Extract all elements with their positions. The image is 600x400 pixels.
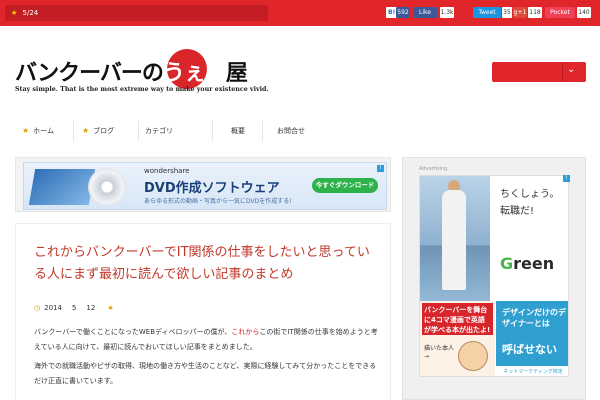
pocket-button[interactable]: Pocket: [545, 7, 575, 18]
star-icon: ★: [22, 126, 30, 135]
post-paragraph: 海外での就職活動やビザの取得、現地の働き方や生活のことなど、実際に経験してみて分…: [34, 362, 377, 385]
pocket-label: Pocket: [550, 9, 570, 16]
nav-divider: [262, 121, 263, 141]
manga-ad-caption: 描いた本人→: [424, 345, 455, 360]
marketing-ad-line1: デザインだけのデザイナーとは: [502, 308, 566, 328]
green-job-ad[interactable]: ちくしょう。転職だ! Green バンクーバーを舞台に4コマ漫画で英語が学べる本…: [419, 175, 569, 377]
post-day: 12: [86, 304, 96, 312]
logo-main-text: バンクーバーの: [15, 60, 164, 86]
manga-ad[interactable]: バンクーバーを舞台に4コマ漫画で英語が学べる本が出たよ! 描いた本人→: [420, 301, 495, 376]
nav-divider: [73, 121, 74, 141]
nav-label: ブログ: [93, 127, 115, 135]
marketing-ad-footer: ネットマーケティング検定: [496, 366, 568, 376]
nav-item-category[interactable]: カテゴリ: [145, 117, 173, 145]
green-logo-rest: reen: [513, 254, 555, 273]
article: これからバンクーバーでIT関係の仕事をしたいと思っている人にまず最初に読んで欲し…: [15, 223, 391, 400]
sidebar: Advertising ちくしょう。転職だ! Green バンクーバーを舞台に4…: [402, 157, 586, 400]
gplus-label: g+1: [513, 9, 527, 16]
marketing-ad[interactable]: デザインだけのデザイナーとは 呼ばせない ネットマーケティング検定: [496, 301, 568, 376]
date-badge: ★ 5/24: [5, 5, 268, 21]
date-text: 5/24: [22, 9, 39, 17]
nav-label: お問合せ: [277, 127, 305, 135]
menu-divider: [562, 62, 563, 82]
post-year: 2014: [44, 304, 62, 312]
facebook-like-button[interactable]: Like: [413, 7, 437, 18]
green-logo-g: G: [500, 254, 514, 273]
star-icon: ★: [107, 304, 114, 312]
nav-item-blog[interactable]: ★ ブログ: [82, 117, 114, 145]
tweet-label: Tweet: [478, 9, 496, 16]
main-content: wondershare DVD作成ソフトウェア あらゆる形式の動画・写真から一気…: [15, 157, 391, 400]
main-nav: ★ ホーム ★ ブログ カテゴリ 概要 お問合せ: [15, 117, 315, 145]
tweet-button[interactable]: Tweet: [473, 7, 501, 18]
ad-title: DVD作成ソフトウェア: [144, 181, 280, 196]
ad-info-icon[interactable]: i: [563, 175, 570, 182]
nav-divider: [138, 121, 139, 141]
advertising-label: Advertising: [419, 166, 448, 172]
logo-end-text: 屋: [225, 60, 248, 86]
post-month: 5: [71, 304, 77, 312]
star-icon: ★: [82, 126, 90, 135]
marketing-ad-line2: 呼ばせない: [502, 343, 557, 356]
tweet-count: 35: [502, 7, 512, 18]
green-logo: Green: [500, 254, 554, 273]
ad-subtitle: あらゆる形式の動画・写真から一気にDVDを作成する!: [144, 198, 292, 205]
facebook-count: 1.3k: [440, 7, 454, 18]
top-bar: ★ 5/24 B! 592 Like 1.3k Tweet 35 g+1 118…: [0, 0, 600, 26]
manga-ad-headline: バンクーバーを舞台に4コマ漫画で英語が学べる本が出たよ!: [422, 303, 493, 335]
header-menu-button[interactable]: ⌄: [492, 62, 586, 82]
nav-item-contact[interactable]: お問合せ: [277, 117, 305, 145]
clock-icon: ◷: [34, 304, 41, 312]
pocket-count: 140: [577, 7, 591, 18]
dvd-ad-banner[interactable]: wondershare DVD作成ソフトウェア あらゆる形式の動画・写真から一気…: [23, 162, 387, 210]
post-title[interactable]: これからバンクーバーでIT関係の仕事をしたいと思っている人にまず最初に読んで欲し…: [34, 242, 374, 286]
gplus-button[interactable]: g+1: [513, 7, 527, 18]
hatena-label: B!: [388, 9, 396, 16]
ad-copy: ちくしょう。転職だ!: [500, 189, 560, 217]
ad-brand: wondershare: [144, 167, 190, 175]
gplus-count: 118: [528, 7, 542, 18]
nav-label: 概要: [231, 127, 245, 135]
download-button[interactable]: 今すぐダウンロード: [312, 178, 378, 193]
nav-item-home[interactable]: ★ ホーム: [22, 117, 54, 145]
nav-divider: [212, 121, 213, 141]
chevron-down-icon: ⌄: [567, 64, 576, 75]
person-figure: [442, 190, 466, 290]
top-ad-container: wondershare DVD作成ソフトウェア あらゆる形式の動画・写真から一気…: [15, 157, 391, 212]
author-face-icon: [458, 341, 488, 371]
post-paragraph: バンクーバーで働くことになったWEBディベロッパーの僕が、これからこの街でIT関…: [34, 325, 379, 355]
film-strip-graphic: [28, 169, 96, 205]
site-tagline: Stay simple. That is the most extreme wa…: [15, 86, 269, 93]
office-photo: [420, 176, 490, 301]
star-icon: ★: [11, 9, 18, 17]
nav-label: ホーム: [33, 127, 54, 135]
hatena-count: 592: [396, 7, 410, 18]
highlight-link[interactable]: これから: [231, 328, 259, 336]
site-logo[interactable]: バンクーバーのうぇぶ屋: [15, 49, 248, 89]
ad-info-icon[interactable]: i: [377, 165, 384, 172]
page: ★ 5/24 B! 592 Like 1.3k Tweet 35 g+1 118…: [0, 0, 600, 400]
nav-item-about[interactable]: 概要: [231, 117, 245, 145]
paragraph-text: バンクーバーで働くことになったWEBディベロッパーの僕が、: [34, 328, 232, 336]
logo-accent-text: うぇぶ: [162, 60, 227, 86]
nav-label: カテゴリ: [145, 127, 173, 135]
post-body: バンクーバーで働くことになったWEBディベロッパーの僕が、これからこの街でIT関…: [34, 325, 379, 393]
dvd-disc-icon: [88, 168, 126, 206]
post-meta: ◷ 2014 5 12 ★: [34, 304, 114, 312]
facebook-label: Like: [419, 9, 431, 16]
